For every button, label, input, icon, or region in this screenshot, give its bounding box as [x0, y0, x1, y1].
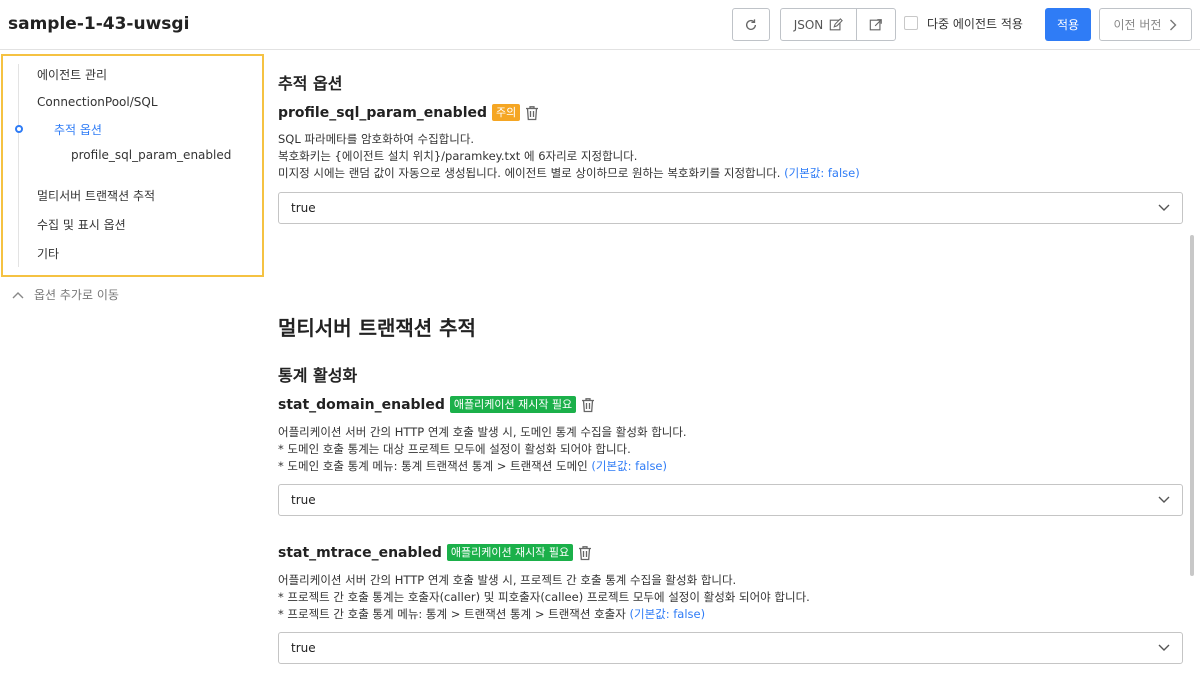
- trash-icon[interactable]: [581, 397, 595, 413]
- sidebar-item-trace-options[interactable]: 추적 옵션: [54, 121, 102, 138]
- sidebar-nav: [1, 54, 264, 277]
- profile-sql-value-select[interactable]: true: [278, 192, 1183, 224]
- default-value: (기본값: false): [784, 166, 860, 180]
- option-description: SQL 파라메타를 암호화하여 수집합니다. 복호화키는 {에이전트 설치 위치…: [278, 131, 860, 182]
- edit-icon: [830, 17, 844, 30]
- desc-line: 복호화키는 {에이전트 설치 위치}/paramkey.txt 에 6자리로 지…: [278, 149, 638, 163]
- subsection-title-stats: 통계 활성화: [278, 366, 358, 385]
- chevron-down-icon: [1158, 204, 1170, 211]
- default-value: (기본값: false): [591, 459, 667, 473]
- sidebar-item-agent-management[interactable]: 에이전트 관리: [37, 66, 107, 83]
- stat-domain-value-select[interactable]: true: [278, 484, 1183, 516]
- app-title: sample-1-43-uwsgi: [8, 14, 190, 34]
- sidebar-item-collect-display[interactable]: 수집 및 표시 옵션: [37, 216, 126, 233]
- select-value: true: [291, 201, 316, 215]
- restart-required-badge: 애플리케이션 재시작 필요: [446, 544, 574, 561]
- chevron-up-icon: [12, 291, 24, 298]
- sidebar-item-etc[interactable]: 기타: [37, 245, 59, 262]
- desc-line: * 프로젝트 간 호출 통계는 호출자(caller) 및 피호출자(calle…: [278, 590, 810, 604]
- option-description: 어플리케이션 서버 간의 HTTP 연계 호출 발생 시, 프로젝트 간 호출 …: [278, 572, 810, 623]
- trash-icon[interactable]: [525, 105, 539, 121]
- select-value: true: [291, 493, 316, 507]
- desc-line: 미지정 시에는 랜덤 값이 자동으로 생성됩니다. 에이전트 별로 상이하므로 …: [278, 166, 860, 180]
- option-name: stat_domain_enabled: [278, 396, 445, 413]
- content-scrollbar[interactable]: [1190, 235, 1194, 576]
- multi-agent-label: 다중 에이전트 적용: [927, 17, 1023, 31]
- json-label: JSON: [793, 17, 824, 32]
- option-header-profile-sql: profile_sql_param_enabled 주의: [278, 104, 539, 121]
- chevron-down-icon: [1158, 496, 1170, 503]
- stat-mtrace-value-select[interactable]: true: [278, 632, 1183, 664]
- desc-line: * 도메인 호출 통계는 대상 프로젝트 모두에 설정이 활성화 되어야 합니다…: [278, 442, 631, 456]
- refresh-button[interactable]: [732, 8, 770, 41]
- prev-version-button[interactable]: 이전 버전: [1099, 8, 1192, 41]
- open-new-window-button[interactable]: [857, 9, 895, 40]
- sidebar-tree-line: [18, 64, 19, 267]
- json-edit-button[interactable]: JSON: [781, 9, 857, 40]
- section-title-trace: 추적 옵션: [278, 74, 343, 93]
- option-description: 어플리케이션 서버 간의 HTTP 연계 호출 발생 시, 도메인 통계 수집을…: [278, 424, 687, 475]
- json-button-group: JSON: [780, 8, 896, 41]
- sidebar-item-connection-pool[interactable]: ConnectionPool/SQL: [37, 95, 158, 109]
- refresh-icon: [745, 18, 757, 30]
- multi-agent-checkbox[interactable]: [904, 16, 918, 30]
- caution-badge: 주의: [492, 104, 521, 121]
- trash-icon[interactable]: [578, 545, 592, 561]
- default-value: (기본값: false): [629, 607, 706, 621]
- desc-line: * 도메인 호출 통계 메뉴: 통계 트랜잭션 통계 > 트랜잭션 도메인 (기…: [278, 459, 667, 473]
- top-bar: sample-1-43-uwsgi JSON 다중 에이전트 적용 적용 이전 …: [0, 0, 1200, 50]
- apply-button[interactable]: 적용: [1045, 8, 1091, 41]
- option-header-stat-domain: stat_domain_enabled 애플리케이션 재시작 필요: [278, 396, 595, 413]
- active-marker: [15, 125, 23, 133]
- chevron-right-icon: [1170, 19, 1177, 30]
- sidebar-item-multiserver-trace[interactable]: 멀티서버 트랜잭션 추적: [37, 187, 155, 204]
- move-link-label: 옵션 추가로 이동: [34, 288, 119, 302]
- desc-line: SQL 파라메타를 암호화하여 수집합니다.: [278, 132, 475, 146]
- section-title-multiserver: 멀티서버 트랜잭션 추적: [278, 316, 476, 340]
- option-name: profile_sql_param_enabled: [278, 104, 488, 121]
- desc-line: 어플리케이션 서버 간의 HTTP 연계 호출 발생 시, 도메인 통계 수집을…: [278, 425, 687, 439]
- desc-line: * 프로젝트 간 호출 통계 메뉴: 통계 > 트랜잭션 통계 > 트랜잭션 호…: [278, 607, 706, 621]
- select-value: true: [291, 641, 316, 655]
- move-to-add-option-link[interactable]: 옵션 추가로 이동: [12, 286, 119, 303]
- prev-version-label: 이전 버전: [1113, 18, 1162, 32]
- desc-line: 어플리케이션 서버 간의 HTTP 연계 호출 발생 시, 프로젝트 간 호출 …: [278, 573, 737, 587]
- sidebar-item-profile-sql-param[interactable]: profile_sql_param_enabled: [71, 148, 231, 162]
- option-name: stat_mtrace_enabled: [278, 544, 442, 561]
- option-header-stat-mtrace: stat_mtrace_enabled 애플리케이션 재시작 필요: [278, 544, 592, 561]
- restart-required-badge: 애플리케이션 재시작 필요: [449, 396, 577, 413]
- external-link-icon: [869, 18, 882, 30]
- chevron-down-icon: [1158, 644, 1170, 651]
